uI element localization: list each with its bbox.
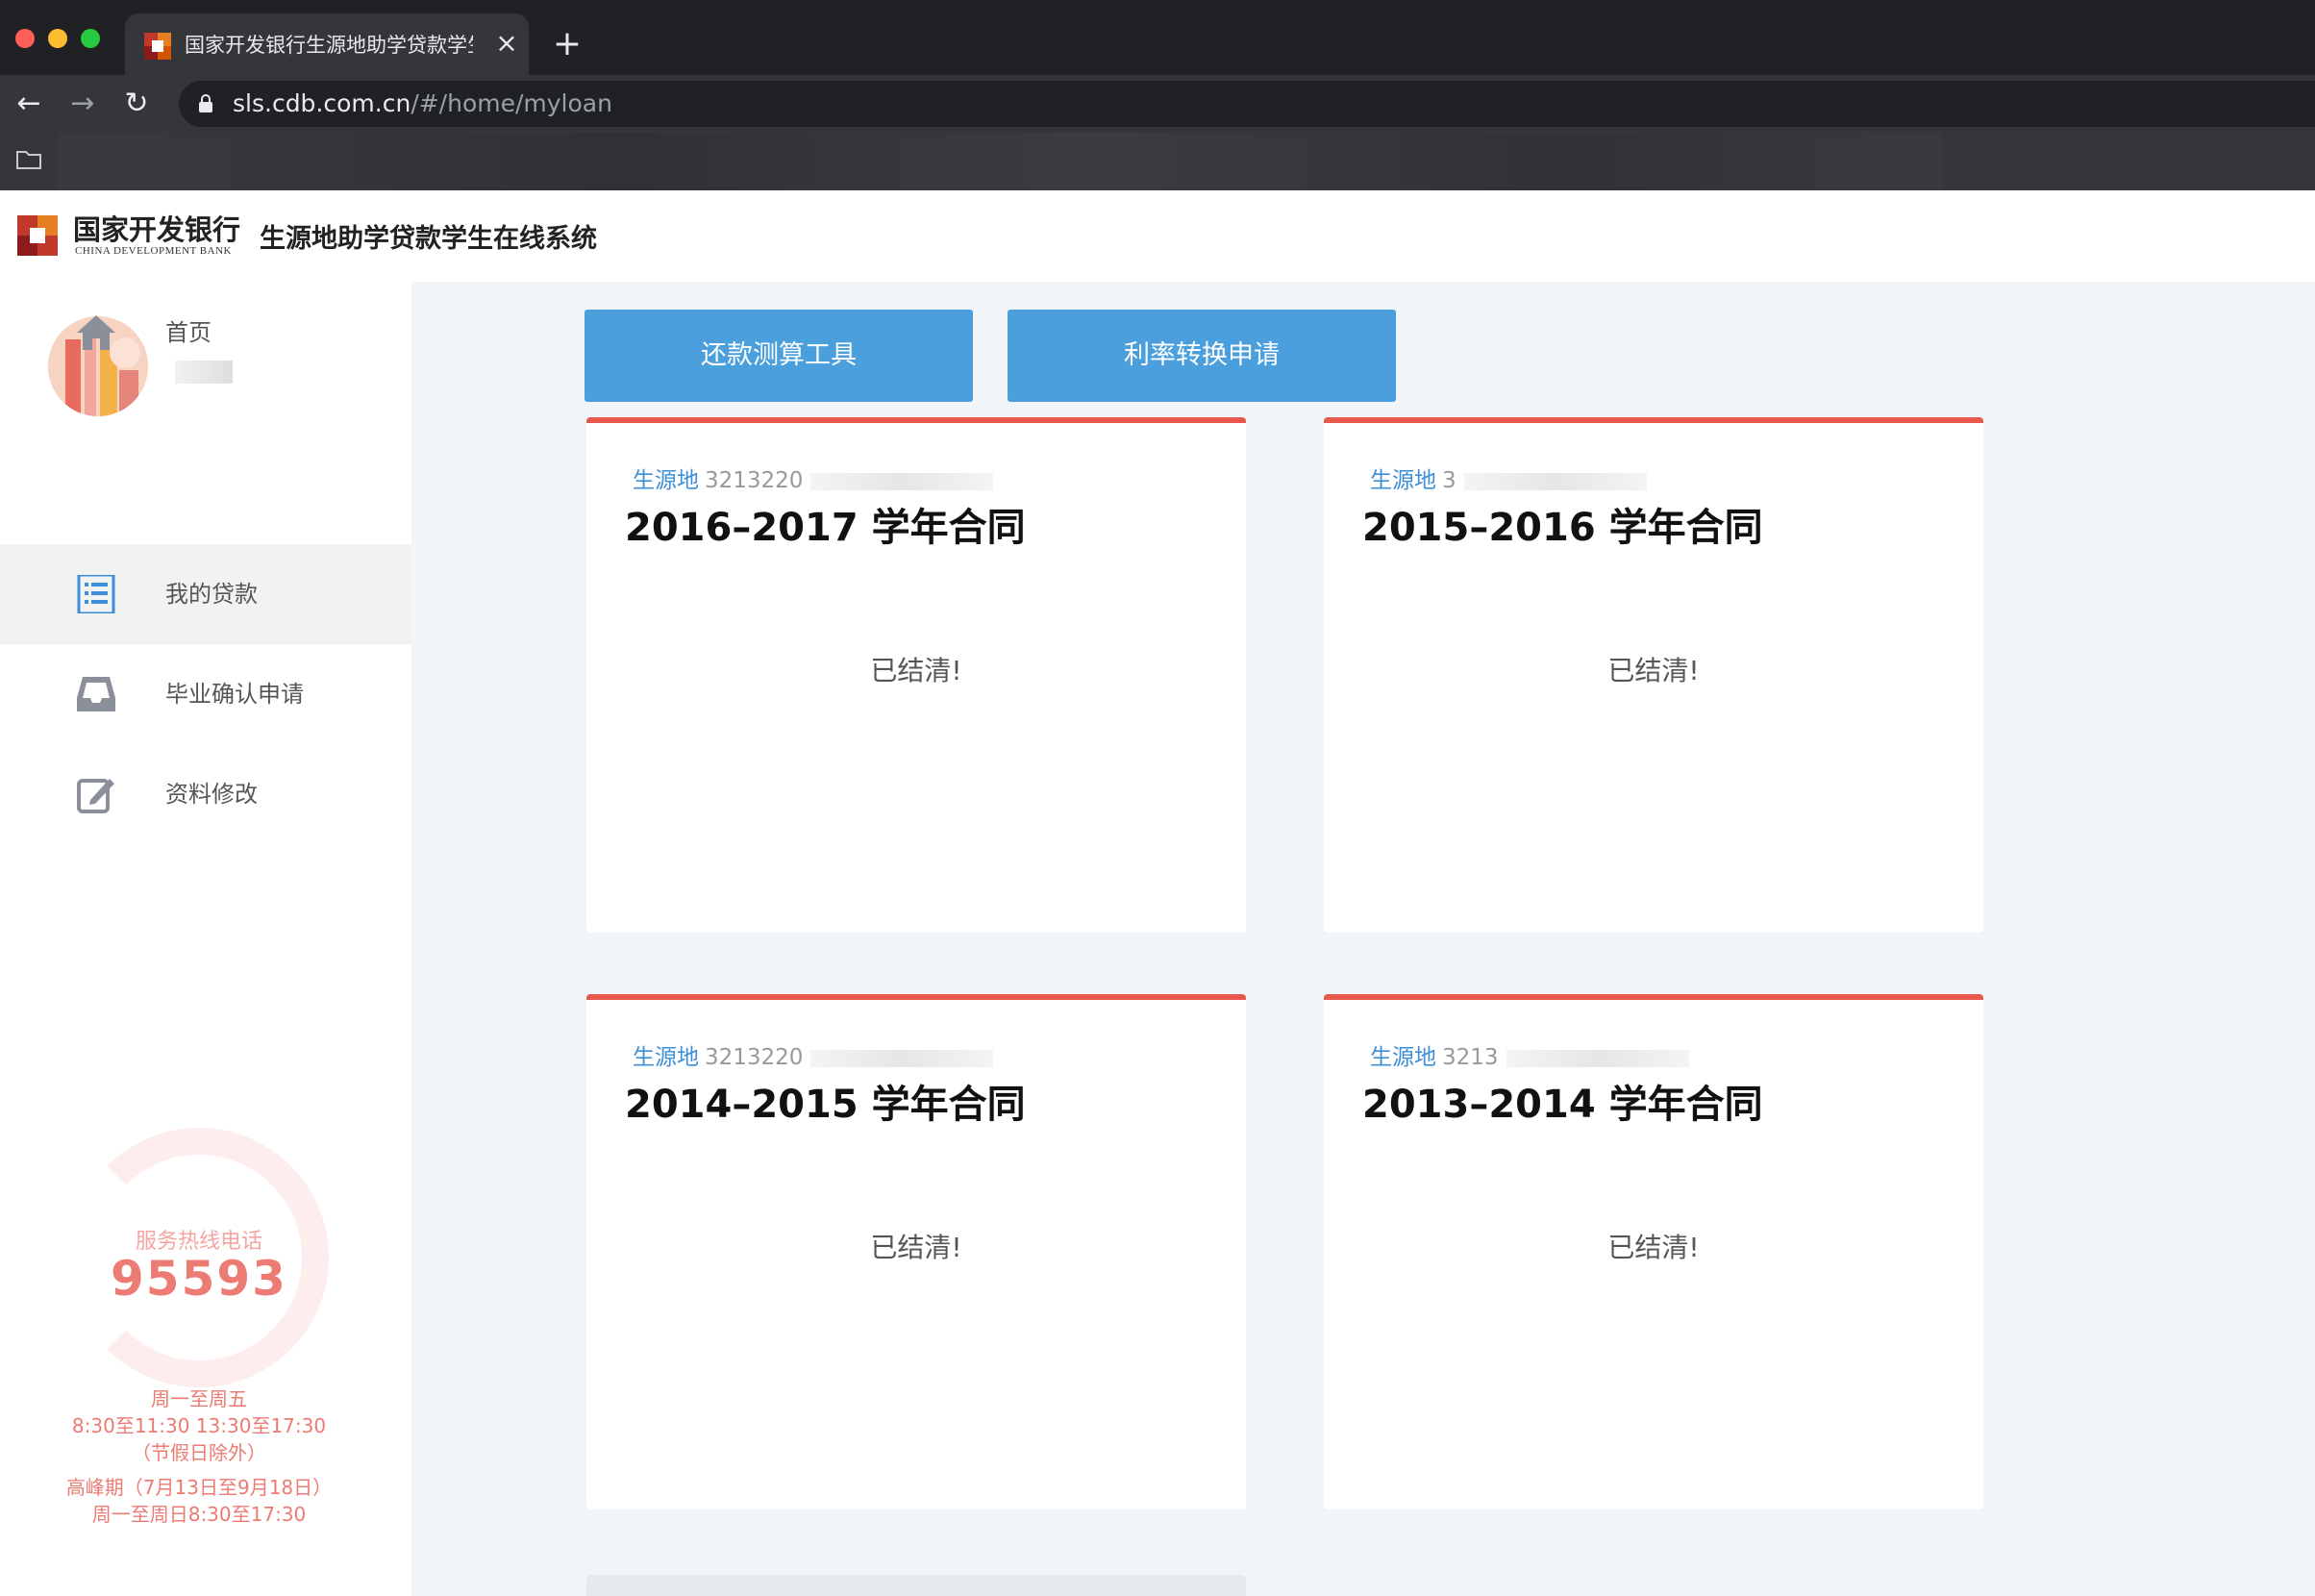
card-status: 已结清! [870, 655, 962, 686]
redacted-id [810, 472, 994, 490]
service-hours-line: （节假日除外） [132, 1441, 266, 1464]
address-bar[interactable]: sls.cdb.com.cn/#/home/myloan [179, 81, 2315, 127]
cdb-favicon-icon [144, 33, 171, 60]
hotline-number: 95593 [111, 1251, 287, 1307]
card-title: 2015–2016 学年合同 [1362, 506, 1763, 550]
card-status: 已结清! [1607, 655, 1700, 686]
url-path: /#/home/myloan [411, 89, 612, 117]
cdb-logo-icon [17, 215, 58, 256]
loan-contract-card[interactable]: 生源地 3 2015–2016 学年合同 已结清! [1324, 417, 1983, 933]
redacted-id [1463, 472, 1647, 490]
browser-toolbar: ← → ↻ sls.cdb.com.cn/#/home/myloan [0, 75, 2315, 133]
loan-contract-card[interactable]: 生源地 3213 2013–2014 学年合同 已结清! [1324, 994, 1983, 1509]
system-title: 生源地助学贷款学生在线系统 [260, 224, 597, 254]
sidebar-item-label: 毕业确认申请 [165, 681, 304, 708]
blurred-bookmarks [58, 133, 1942, 190]
redacted-id [810, 1049, 994, 1067]
card-source-label: 生源地 [1370, 1045, 1436, 1070]
card-contract-id: 3213220 [705, 1045, 804, 1070]
sidebar-item-label: 首页 [165, 319, 212, 346]
home-icon [77, 315, 115, 350]
service-hours-line: 高峰期（7月13日至9月18日） [65, 1476, 333, 1499]
card-title: 2014–2015 学年合同 [625, 1083, 1026, 1127]
browser-tab-active[interactable]: 国家开发银行生源地助学贷款学生在线系统 × [125, 13, 529, 75]
card-source-label: 生源地 [633, 1045, 699, 1070]
new-tab-button[interactable]: + [548, 25, 586, 63]
forward-button[interactable]: → [62, 83, 104, 125]
rate-conversion-button[interactable]: 利率转换申请 [1008, 310, 1396, 402]
service-hours-line: 周一至周日8:30至17:30 [91, 1503, 307, 1526]
card-source: 生源地 3213 [1370, 1038, 1689, 1071]
card-status: 已结清! [870, 1232, 962, 1263]
card-source: 生源地 3213220 [633, 461, 994, 494]
card-title: 2013–2014 学年合同 [1362, 1083, 1763, 1127]
repayment-calculator-button[interactable]: 还款测算工具 [585, 310, 973, 402]
card-contract-id: 3 [1442, 468, 1456, 493]
card-source-label: 生源地 [1370, 468, 1436, 493]
card-source-label: 生源地 [633, 468, 699, 493]
service-hours-line: 周一至周五 [151, 1387, 247, 1410]
tab-title: 国家开发银行生源地助学贷款学生在线系统 [185, 34, 473, 57]
bank-name-en: CHINA DEVELOPMENT BANK [75, 245, 232, 257]
sidebar-item-my-loan[interactable]: 我的贷款 [0, 544, 411, 644]
edit-icon [77, 779, 114, 813]
back-button[interactable]: ← [8, 83, 50, 125]
bank-name-cn: 国家开发银行 [73, 213, 241, 246]
inbox-icon [77, 677, 115, 711]
list-icon [77, 575, 115, 613]
loan-contract-card[interactable]: 生源地 3213220 2016–2017 学年合同 已结清! [586, 417, 1246, 933]
card-status: 已结清! [1607, 1232, 1700, 1263]
sidebar-item-label: 资料修改 [165, 781, 258, 808]
bookmarks-bar [0, 133, 2315, 190]
minimize-window-button[interactable] [48, 29, 67, 48]
bookmark-folder-icon[interactable] [15, 148, 42, 171]
service-hours-line: 8:30至11:30 13:30至17:30 [71, 1414, 327, 1437]
lock-icon [199, 94, 212, 112]
reload-button[interactable]: ↻ [115, 83, 158, 125]
card-contract-id: 3213220 [705, 468, 804, 493]
sidebar-item-graduation-confirm[interactable]: 毕业确认申请 [0, 644, 411, 744]
tab-strip: 国家开发银行生源地助学贷款学生在线系统 × + [0, 0, 2315, 75]
loan-contract-card[interactable]: 生源地 3213220 2014–2015 学年合同 已结清! [586, 994, 1246, 1509]
browser-window-chrome: 国家开发银行生源地助学贷款学生在线系统 × + ← → ↻ sls.cdb.co… [0, 0, 2315, 190]
next-card-partial [586, 1575, 1246, 1596]
site-header: 国家开发银行 CHINA DEVELOPMENT BANK 生源地助学贷款学生在… [0, 190, 2315, 282]
close-window-button[interactable] [15, 29, 35, 48]
card-source: 生源地 3 [1370, 461, 1647, 494]
redacted-id [1506, 1049, 1689, 1067]
sidebar: 首页 我的贷款 毕业确认申请 资料修改 服务热线电话 95593 周一至周五 8… [0, 282, 411, 1596]
sidebar-item-profile-edit[interactable]: 资料修改 [0, 744, 411, 844]
card-contract-id: 3213 [1442, 1045, 1499, 1070]
maximize-window-button[interactable] [81, 29, 100, 48]
url-text: sls.cdb.com.cn/#/home/myloan [233, 88, 612, 119]
card-source: 生源地 3213220 [633, 1038, 994, 1071]
tab-close-icon[interactable]: × [492, 29, 521, 58]
sidebar-item-home[interactable]: 首页 [0, 283, 411, 383]
url-host: sls.cdb.com.cn [233, 89, 411, 117]
sidebar-item-label: 我的贷款 [165, 581, 258, 608]
card-title: 2016–2017 学年合同 [625, 506, 1026, 550]
